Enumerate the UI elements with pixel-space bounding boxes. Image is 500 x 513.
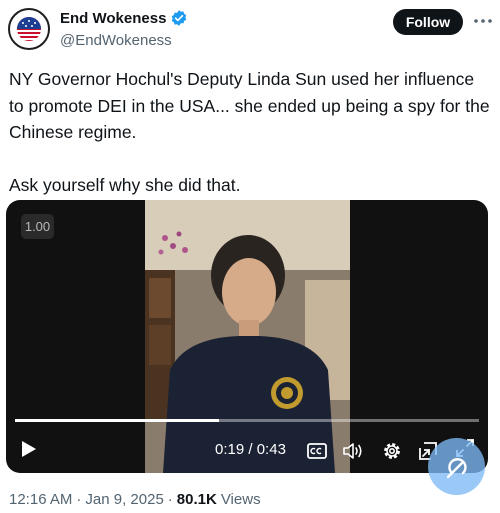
- verified-badge-icon[interactable]: [170, 9, 188, 27]
- more-options-button[interactable]: [472, 11, 494, 31]
- video-player[interactable]: 1.00 0:19 / 0:43: [6, 200, 488, 473]
- video-progress-fill: [15, 419, 220, 422]
- play-icon: [22, 441, 36, 457]
- grok-icon: [446, 457, 467, 478]
- follow-button[interactable]: Follow: [393, 9, 463, 35]
- settings-button[interactable]: [380, 439, 404, 463]
- volume-icon: [343, 443, 362, 459]
- duration: 0:43: [256, 441, 286, 458]
- current-time: 0:19: [215, 441, 245, 458]
- meta-separator: ·: [76, 491, 82, 508]
- tweet-meta: 12:16 AM · Jan 9, 2025 · 80.1K Views: [9, 491, 261, 508]
- views-count[interactable]: 80.1K: [177, 491, 217, 508]
- author-name-row: End Wokeness: [60, 9, 188, 27]
- post-date[interactable]: Jan 9, 2025: [85, 491, 163, 508]
- views-label: Views: [220, 491, 261, 508]
- meta-separator: ·: [167, 491, 173, 508]
- play-button[interactable]: [17, 437, 41, 461]
- playback-speed-label[interactable]: 1.00: [21, 214, 54, 239]
- post-time[interactable]: 12:16 AM: [9, 491, 72, 508]
- time-separator: /: [248, 441, 253, 458]
- video-frame[interactable]: [145, 200, 350, 473]
- video-time: 0:19 / 0:43: [215, 441, 286, 458]
- video-progress-bar[interactable]: [15, 419, 479, 422]
- closed-captions-icon: [307, 443, 327, 459]
- author-handle[interactable]: @EndWokeness: [60, 32, 172, 49]
- volume-button[interactable]: [340, 439, 366, 463]
- tweet-text: NY Governor Hochul's Deputy Linda Sun us…: [9, 69, 490, 195]
- patriotic-seal-logo-icon: [11, 11, 47, 47]
- author-avatar[interactable]: [8, 8, 50, 50]
- settings-icon: [384, 443, 400, 459]
- more-dots-icon: [474, 19, 492, 23]
- floating-action-button[interactable]: [428, 438, 485, 495]
- author-display-name[interactable]: End Wokeness: [60, 10, 166, 27]
- closed-captions-button[interactable]: [305, 440, 329, 462]
